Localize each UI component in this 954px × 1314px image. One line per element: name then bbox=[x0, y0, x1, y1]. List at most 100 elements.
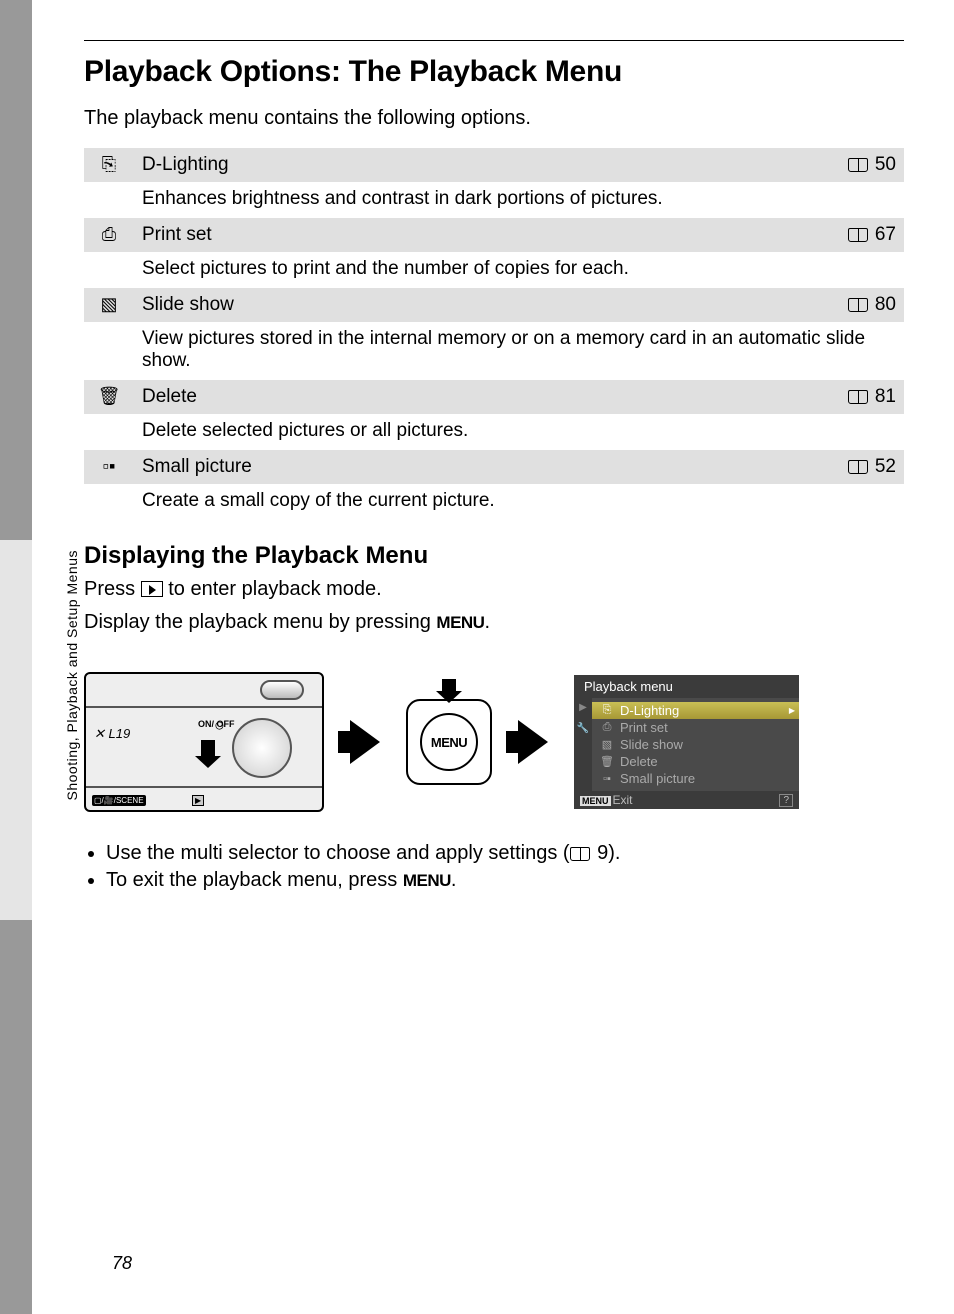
camera-model-label: ✕ L19 bbox=[94, 726, 130, 742]
playback-button-icon bbox=[141, 581, 163, 597]
exit-label: MENUExit bbox=[580, 793, 633, 807]
menu-label-inline: MENU bbox=[436, 613, 484, 632]
content-area: Playback Options: The Playback Menu The … bbox=[84, 40, 904, 896]
screen-menu-item: ⎘ D-Lighting ▶ bbox=[592, 702, 799, 719]
option-row-head: 🗑Delete 81 bbox=[84, 380, 904, 414]
screen-item-icon: 🗑 bbox=[600, 755, 614, 768]
screen-item-label: Slide show bbox=[620, 737, 683, 752]
caret-right-icon: ▶ bbox=[789, 706, 795, 715]
text: . bbox=[484, 611, 490, 633]
text: to enter playback mode. bbox=[168, 578, 381, 600]
book-icon bbox=[848, 298, 868, 312]
page-title: Playback Options: The Playback Menu bbox=[84, 55, 904, 89]
lens-icon bbox=[232, 718, 292, 778]
screen-item-label: D-Lighting bbox=[620, 703, 679, 718]
text: Use the multi selector to choose and app… bbox=[106, 842, 570, 864]
text: ). bbox=[608, 842, 620, 864]
list-item: To exit the playback menu, press MENU. bbox=[106, 869, 904, 892]
menu-button-illustration: MENU bbox=[406, 699, 492, 785]
option-name: Print set bbox=[138, 218, 824, 252]
option-name: Small picture bbox=[138, 450, 824, 484]
option-page-ref: 81 bbox=[824, 380, 904, 414]
option-row-desc: View pictures stored in the internal mem… bbox=[84, 322, 904, 380]
book-icon bbox=[570, 847, 590, 861]
text: Press bbox=[84, 578, 141, 600]
screen-item-label: Delete bbox=[620, 754, 658, 769]
screen-menu-item: 🗑 Delete bbox=[592, 753, 799, 770]
option-row-head: ⎙Print set 67 bbox=[84, 218, 904, 252]
option-row-head: ▧Slide show 80 bbox=[84, 288, 904, 322]
lcd-screen-illustration: Playback menu ▶ 🔧 ⎘ D-Lighting ▶ ⎙ Print set… bbox=[574, 675, 799, 809]
screen-title: Playback menu bbox=[574, 675, 799, 698]
menu-tag: MENU bbox=[580, 796, 611, 806]
option-row-desc: Delete selected pictures or all pictures… bbox=[84, 414, 904, 450]
screen-item-icon: ⎘ bbox=[600, 704, 614, 717]
text: To exit the playback menu, press bbox=[106, 869, 403, 891]
option-description: Select pictures to print and the number … bbox=[138, 252, 904, 288]
press-play-line: Press to enter playback mode. bbox=[84, 576, 904, 603]
arrow-right-icon bbox=[350, 720, 380, 764]
menu-label-inline: MENU bbox=[403, 871, 451, 890]
text: . bbox=[451, 869, 457, 891]
menu-button-label: MENU bbox=[420, 713, 478, 771]
play-indicator-icon: ▶ bbox=[192, 795, 204, 806]
book-icon bbox=[848, 158, 868, 172]
options-table: ⎘D-Lighting 50Enhances brightness and co… bbox=[84, 148, 904, 520]
option-icon: 🗑 bbox=[84, 380, 138, 414]
option-row-desc: Create a small copy of the current pictu… bbox=[84, 484, 904, 520]
option-icon: ⎘ bbox=[84, 148, 138, 182]
intro-text: The playback menu contains the following… bbox=[84, 107, 904, 130]
down-arrow-icon bbox=[442, 679, 456, 693]
screen-item-icon: ▫▪ bbox=[600, 773, 614, 785]
option-row-head: ▫▪Small picture 52 bbox=[84, 450, 904, 484]
option-row-head: ⎘D-Lighting 50 bbox=[84, 148, 904, 182]
option-description: Enhances brightness and contrast in dark… bbox=[138, 182, 904, 218]
option-name: D-Lighting bbox=[138, 148, 824, 182]
shutter-icon bbox=[260, 680, 304, 700]
option-page-ref: 80 bbox=[824, 288, 904, 322]
screen-left-tabs: ▶ 🔧 bbox=[574, 698, 592, 791]
mode-dial-label: ▢/🎥/SCENE bbox=[92, 795, 146, 806]
screen-menu-list: ⎘ D-Lighting ▶ ⎙ Print set ▧ Slide show 🗑 Delete… bbox=[592, 698, 799, 791]
illustration-row: ✕ L19 ON/ OFF ▢/🎥/SCENE ▶ MENU Playback … bbox=[84, 672, 904, 812]
book-icon bbox=[848, 390, 868, 404]
screen-footer: MENUExit ? bbox=[574, 791, 799, 809]
text: Display the playback menu by pressing bbox=[84, 611, 436, 633]
list-item: Use the multi selector to choose and app… bbox=[106, 842, 904, 865]
option-icon: ⎙ bbox=[84, 218, 138, 252]
option-name: Delete bbox=[138, 380, 824, 414]
option-name: Slide show bbox=[138, 288, 824, 322]
side-chapter-label: Shooting, Playback and Setup Menus bbox=[64, 550, 80, 801]
subheading: Displaying the Playback Menu bbox=[84, 542, 904, 570]
setup-tab-icon: 🔧 bbox=[577, 723, 589, 734]
option-row-desc: Enhances brightness and contrast in dark… bbox=[84, 182, 904, 218]
top-rule bbox=[84, 40, 904, 41]
notes-list: Use the multi selector to choose and app… bbox=[84, 842, 904, 892]
option-description: Create a small copy of the current pictu… bbox=[138, 484, 904, 520]
option-page-ref: 52 bbox=[824, 450, 904, 484]
play-tab-icon: ▶ bbox=[579, 702, 587, 713]
power-label: ON/ OFF bbox=[198, 720, 235, 729]
option-description: View pictures stored in the internal mem… bbox=[138, 322, 904, 380]
option-description: Delete selected pictures or all pictures… bbox=[138, 414, 904, 450]
screen-menu-item: ▫▪ Small picture bbox=[592, 770, 799, 787]
book-icon bbox=[848, 460, 868, 474]
screen-item-label: Small picture bbox=[620, 771, 695, 786]
screen-menu-item: ⎙ Print set bbox=[592, 719, 799, 736]
exit-text: Exit bbox=[613, 793, 633, 807]
option-icon: ▧ bbox=[84, 288, 138, 322]
press-menu-line: Display the playback menu by pressing ME… bbox=[84, 609, 904, 636]
model-text: L19 bbox=[109, 726, 131, 741]
screen-item-label: Print set bbox=[620, 720, 668, 735]
camera-top-illustration: ✕ L19 ON/ OFF ▢/🎥/SCENE ▶ bbox=[84, 672, 324, 812]
arrow-right-icon bbox=[518, 720, 548, 764]
option-icon: ▫▪ bbox=[84, 450, 138, 484]
screen-item-icon: ▧ bbox=[600, 738, 614, 751]
paper: Shooting, Playback and Setup Menus Playb… bbox=[32, 0, 954, 1314]
option-page-ref: 50 bbox=[824, 148, 904, 182]
help-icon: ? bbox=[779, 794, 793, 807]
page-number: 78 bbox=[112, 1253, 132, 1274]
page-ref: 9 bbox=[597, 842, 608, 864]
screen-item-icon: ⎙ bbox=[600, 721, 614, 734]
option-page-ref: 67 bbox=[824, 218, 904, 252]
